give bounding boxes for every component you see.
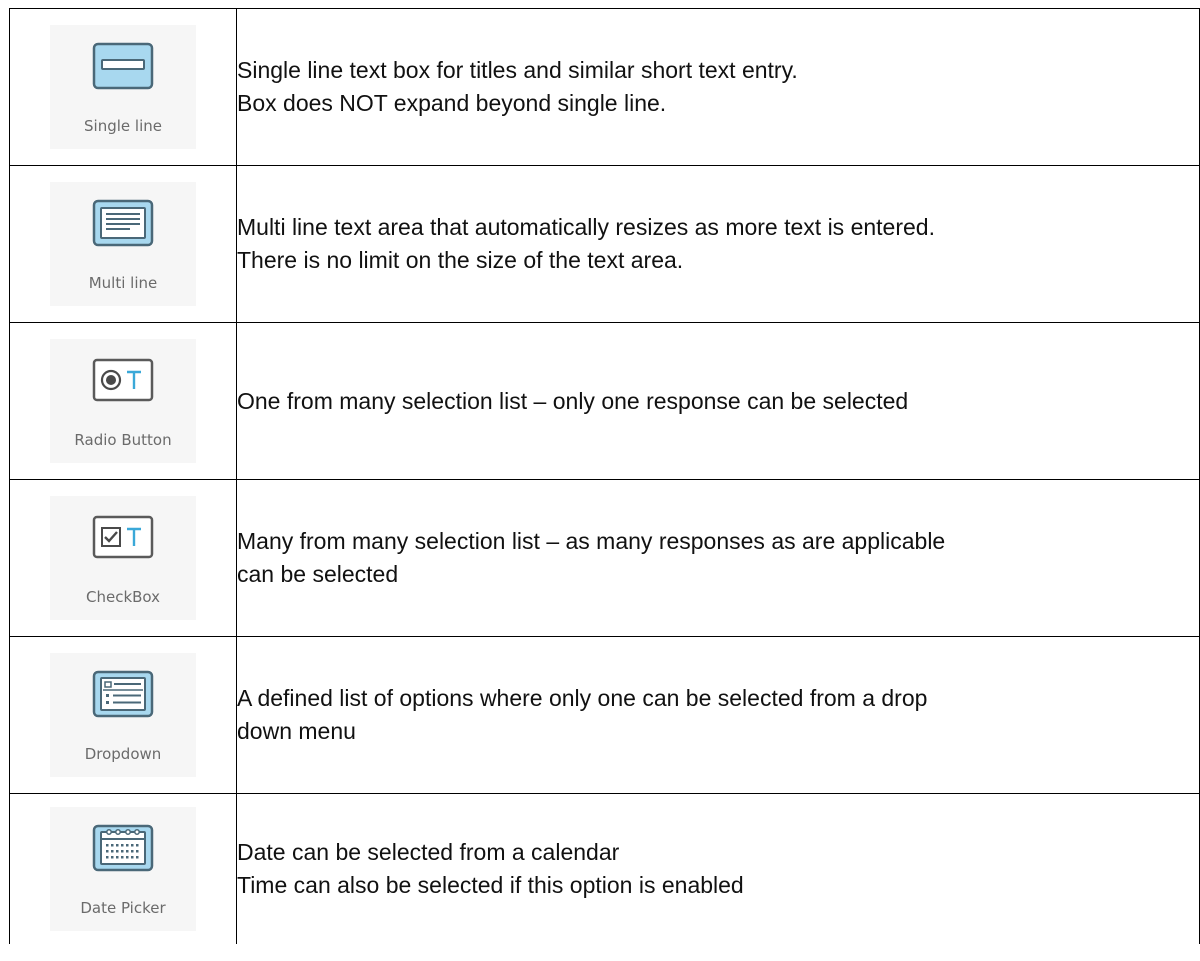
single-line-tile: Single line	[50, 25, 196, 149]
description-line: One from many selection list – only one …	[237, 387, 909, 414]
checkbox-icon	[92, 515, 154, 559]
icon-cell: CheckBox	[9, 479, 237, 637]
description-line: down menu	[237, 718, 356, 744]
description-cell: One from many selection list – only one …	[236, 322, 1200, 480]
icon-cell: Dropdown	[9, 636, 237, 794]
radio-button-tile: Radio Button	[50, 339, 196, 463]
description-line: There is no limit on the size of the tex…	[237, 247, 684, 273]
tile-label: Radio Button	[74, 431, 172, 449]
description-cell: Many from many selection list – as many …	[236, 479, 1200, 637]
description-line: Time can also be selected if this option…	[237, 872, 744, 898]
tile-label: Date Picker	[80, 899, 166, 917]
icon-cell: Date Picker	[9, 793, 237, 944]
description-line: Multi line text area that automatically …	[237, 214, 935, 240]
control-types-table: Single line Single line text box for tit…	[9, 8, 1200, 944]
table-row: Radio Button One from many selection lis…	[9, 322, 1200, 480]
tile-label: Dropdown	[84, 745, 162, 763]
date-picker-tile: Date Picker	[50, 807, 196, 931]
dropdown-tile: Dropdown	[50, 653, 196, 777]
icon-cell: Single line	[9, 8, 237, 166]
icon-cell: Multi line	[9, 165, 237, 323]
checkbox-tile: CheckBox	[50, 496, 196, 620]
date-picker-icon	[92, 824, 154, 872]
tile-label: Single line	[84, 117, 162, 135]
description-cell: Single line text box for titles and simi…	[236, 8, 1200, 166]
table-row: Date Picker Date can be selected from a …	[9, 793, 1200, 944]
description-line: Box does NOT expand beyond single line.	[237, 90, 667, 116]
description-cell: Date can be selected from a calendar Tim…	[236, 793, 1200, 944]
table-row: CheckBox Many from many selection list –…	[9, 479, 1200, 637]
multi-line-tile: Multi line	[50, 182, 196, 306]
description-cell: Multi line text area that automatically …	[236, 165, 1200, 323]
description-line: Single line text box for titles and simi…	[237, 57, 798, 83]
radio-button-icon	[92, 358, 154, 402]
single-line-icon	[92, 42, 154, 90]
tile-label: Multi line	[88, 274, 158, 292]
description-cell: A defined list of options where only one…	[236, 636, 1200, 794]
multi-line-icon	[92, 199, 154, 247]
table-row: Single line Single line text box for tit…	[9, 8, 1200, 166]
description-line: Date can be selected from a calendar	[237, 839, 620, 865]
dropdown-icon	[92, 670, 154, 718]
description-line: Many from many selection list – as many …	[237, 528, 946, 554]
table-row: Multi line Multi line text area that aut…	[9, 165, 1200, 323]
icon-cell: Radio Button	[9, 322, 237, 480]
description-line: can be selected	[237, 561, 399, 587]
tile-label: CheckBox	[85, 588, 161, 606]
description-line: A defined list of options where only one…	[237, 685, 928, 711]
table-row: Dropdown A defined list of options where…	[9, 636, 1200, 794]
